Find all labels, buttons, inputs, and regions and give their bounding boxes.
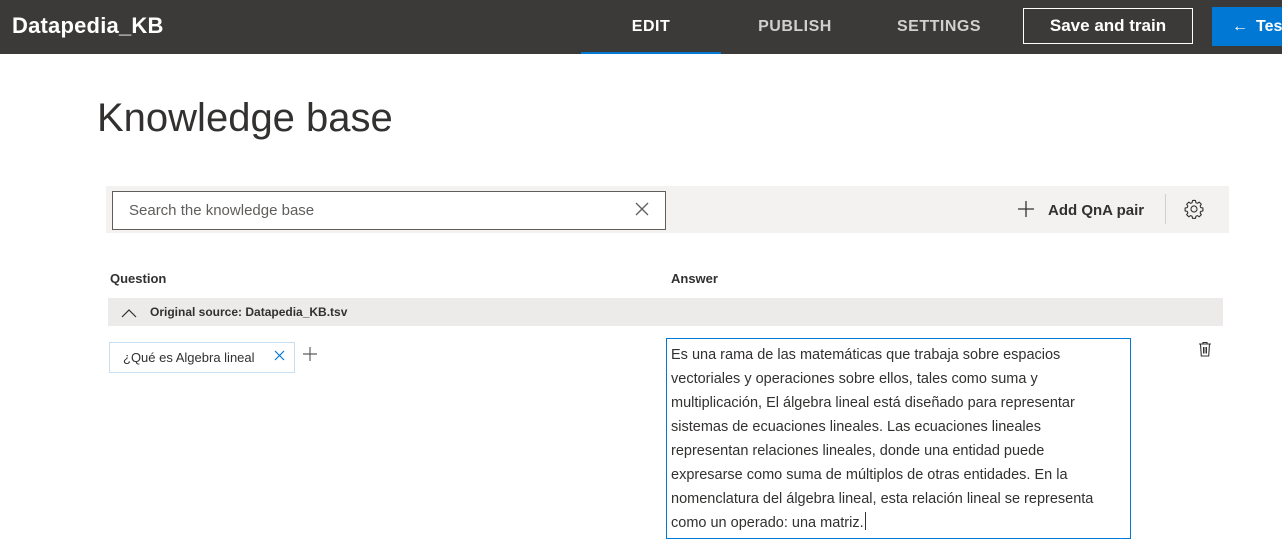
search-box bbox=[112, 191, 666, 230]
answer-line: vectoriales y operaciones sobre ellos, t… bbox=[671, 371, 1038, 387]
search-input[interactable] bbox=[113, 192, 623, 229]
question-chip[interactable]: ¿Qué es Algebra lineal bbox=[109, 342, 295, 373]
question-text: ¿Qué es Algebra lineal bbox=[123, 350, 255, 365]
tab-settings[interactable]: SETTINGS bbox=[880, 0, 998, 54]
answer-line: nomenclatura del álgebra lineal, esta re… bbox=[671, 491, 1094, 507]
arrow-left-icon: ← bbox=[1232, 18, 1248, 35]
answer-line: representan relaciones lineales, donde u… bbox=[671, 443, 1045, 459]
add-qna-pair-label: Add QnA pair bbox=[1048, 201, 1145, 219]
answer-line: Es una rama de las matemáticas que traba… bbox=[671, 347, 1061, 363]
top-bar: Datapedia_KB EDIT PUBLISH SETTINGS Save … bbox=[0, 0, 1282, 54]
plus-icon bbox=[1018, 199, 1034, 221]
answer-line: sistemas de ecuaciones lineales. Las ecu… bbox=[671, 419, 1041, 435]
test-button-label: Test bbox=[1256, 18, 1282, 35]
remove-question-icon[interactable] bbox=[274, 348, 285, 366]
toolbar-divider bbox=[1165, 194, 1166, 224]
source-group-row[interactable]: Original source: Datapedia_KB.tsv bbox=[108, 298, 1223, 326]
answer-last-line-wrap: como un operado: una matriz. bbox=[671, 511, 1125, 535]
text-caret bbox=[864, 512, 866, 530]
answer-line: como un operado: una matriz. bbox=[671, 515, 864, 531]
answer-line: expresarse como suma de múltiplos de otr… bbox=[671, 467, 1068, 483]
trash-icon[interactable] bbox=[1198, 341, 1212, 357]
answer-column-header: Answer bbox=[671, 271, 718, 286]
source-group-label: Original source: Datapedia_KB.tsv bbox=[150, 305, 348, 319]
gear-icon[interactable] bbox=[1183, 198, 1205, 220]
page-title: Knowledge base bbox=[97, 96, 393, 140]
clear-search-icon[interactable] bbox=[635, 201, 651, 219]
test-button[interactable]: ← Test bbox=[1212, 7, 1282, 46]
answer-line: multiplicación, El álgebra lineal está d… bbox=[671, 395, 1075, 411]
answer-editor[interactable]: Es una rama de las matemáticas que traba… bbox=[666, 338, 1131, 539]
save-and-train-button[interactable]: Save and train bbox=[1023, 8, 1193, 44]
chevron-up-icon[interactable] bbox=[121, 305, 137, 318]
tab-edit[interactable]: EDIT bbox=[581, 0, 721, 54]
tab-publish[interactable]: PUBLISH bbox=[740, 0, 850, 54]
question-column-header: Question bbox=[110, 271, 167, 286]
add-qna-pair-button[interactable]: Add QnA pair bbox=[1018, 198, 1144, 222]
kb-toolbar: Add QnA pair bbox=[106, 186, 1229, 233]
app-title: Datapedia_KB bbox=[12, 13, 164, 38]
add-question-icon[interactable] bbox=[302, 344, 318, 366]
